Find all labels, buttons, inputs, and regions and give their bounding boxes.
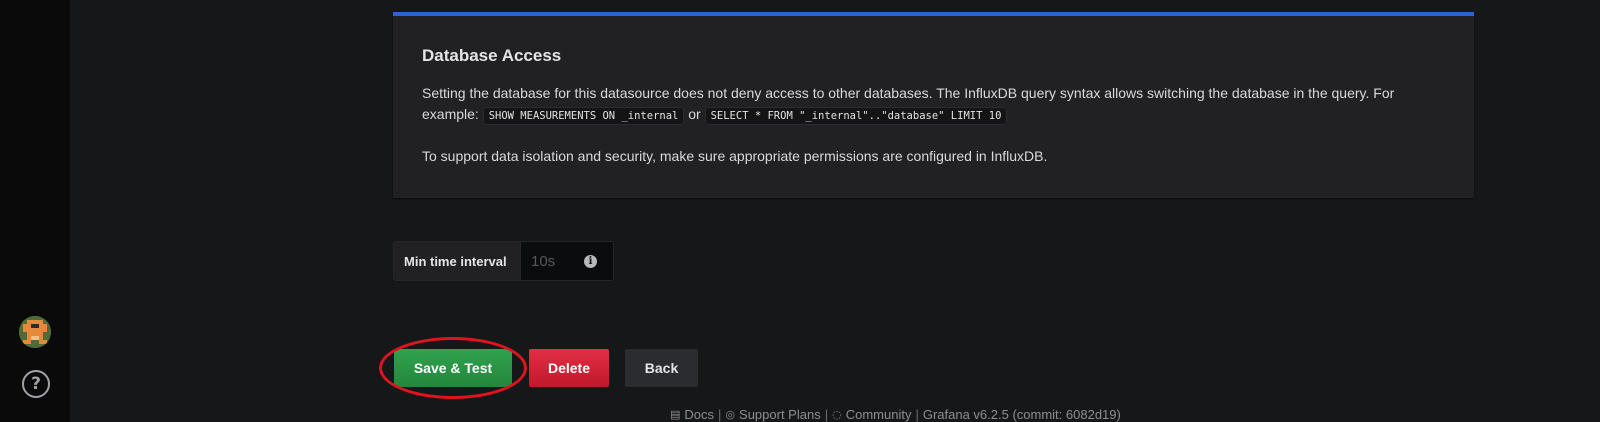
min-time-interval-field: Min time interval i [393, 241, 614, 281]
footer-community-link[interactable]: Community [846, 407, 912, 422]
docs-icon: ▤ [670, 408, 681, 421]
database-access-info: Database Access Setting the database for… [393, 12, 1474, 198]
delete-button[interactable]: Delete [529, 349, 609, 387]
footer-support-link[interactable]: Support Plans [739, 407, 821, 422]
code-select-query: SELECT * FROM "_internal".."database" LI… [704, 107, 1008, 125]
info-icon[interactable]: i [584, 255, 597, 268]
code-show-measurements: SHOW MEASUREMENTS ON _internal [482, 107, 685, 125]
min-time-interval-input-wrap: i [521, 241, 614, 281]
back-button[interactable]: Back [625, 349, 698, 387]
avatar-image [19, 316, 51, 348]
side-menu: ? [0, 0, 70, 422]
community-icon: ◌ [832, 408, 842, 421]
footer-version: Grafana v6.2.5 (commit: 6082d19) [922, 407, 1121, 422]
alert-or: or [688, 106, 701, 122]
footer-separator: | [915, 407, 919, 422]
alert-body: Setting the database for this datasource… [422, 83, 1446, 167]
footer-separator: | [824, 407, 829, 422]
alert-paragraph-2: To support data isolation and security, … [422, 148, 1048, 164]
footer-separator: | [718, 407, 722, 422]
support-icon: ◎ [725, 408, 736, 421]
min-time-interval-input[interactable] [531, 252, 581, 270]
help-icon[interactable]: ? [22, 370, 50, 398]
alert-title: Database Access [422, 46, 562, 65]
min-time-interval-label: Min time interval [393, 241, 521, 281]
user-avatar[interactable] [19, 316, 51, 348]
save-test-button[interactable]: Save & Test [394, 349, 512, 387]
footer: ▤ Docs | ◎ Support Plans | ◌ Community |… [670, 407, 1121, 422]
footer-docs-link[interactable]: Docs [684, 407, 714, 422]
alert-paragraph-1: Setting the database for this datasource… [422, 83, 1446, 127]
